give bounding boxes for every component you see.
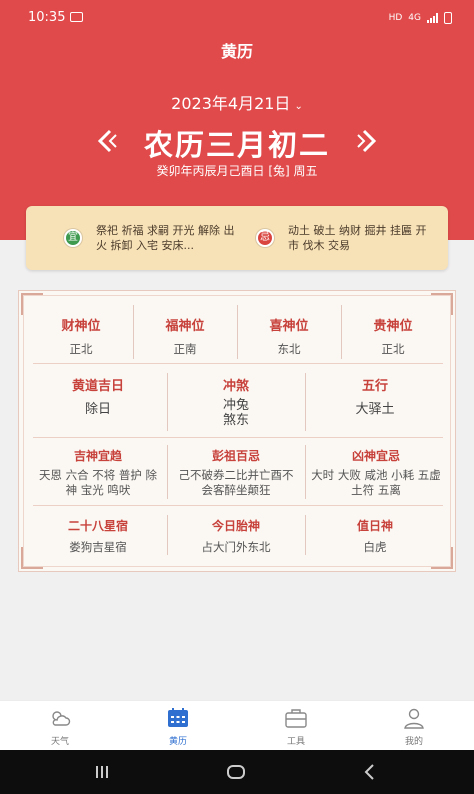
cell-label: 黄道吉日 (71, 379, 124, 394)
lunar-date: 农历三月初二 (143, 128, 330, 162)
network-type: 4G (408, 13, 421, 23)
ji-badge-icon: 忌 (256, 229, 274, 247)
selected-date: 2023年4月21日 (171, 94, 291, 113)
cell-label: 财神位 (61, 319, 101, 334)
pengzu-cell[interactable]: 彭祖百忌 己不破券二比并亡酉不会客醉坐颠狂 (169, 447, 303, 498)
date-selector[interactable]: 2023年4月21日 ⌄ (0, 90, 474, 114)
taishen-cell[interactable]: 今日胎神 占大门外东北 (167, 517, 305, 555)
yi-text: 祭祀 祈福 求嗣 开光 解除 出火 拆卸 入宅 安床... (96, 224, 235, 252)
cell-value: 己不破券二比并亡酉不会客醉坐颠狂 (178, 468, 294, 497)
cell-value: 娄狗吉星宿 (69, 540, 127, 554)
jishen-cell[interactable]: 吉神宜趋 天恩 六合 不将 普护 除神 宝光 鸣吠 (31, 447, 165, 498)
back-icon[interactable] (360, 762, 380, 782)
profile-icon (404, 708, 424, 729)
chevron-down-icon: ⌄ (294, 101, 303, 112)
home-icon[interactable] (226, 762, 246, 782)
xingxiu-cell[interactable]: 二十八星宿 娄狗吉星宿 (29, 517, 167, 555)
cell-value: 东北 (277, 342, 301, 356)
caishen-cell[interactable]: 财神位 正北 (29, 315, 133, 357)
cell-label: 今日胎神 (211, 519, 260, 533)
yi-badge-icon: 宜 (64, 229, 82, 247)
page-title: 黄历 (220, 42, 253, 61)
divider (167, 445, 168, 499)
xishen-cell[interactable]: 喜神位 东北 (237, 315, 341, 357)
cell-label: 二十八星宿 (67, 519, 128, 533)
cell-value: 除日 (84, 402, 111, 417)
divider (305, 445, 306, 499)
cell-value: 正北 (381, 342, 405, 356)
zhirishen-cell[interactable]: 值日神 白虎 (305, 517, 445, 555)
tab-label: 黄历 (168, 737, 187, 747)
signal-icon (427, 13, 438, 23)
cell-label: 喜神位 (269, 319, 309, 334)
cell-label: 吉神宜趋 (73, 449, 122, 463)
calendar-icon (168, 708, 188, 727)
tab-weather[interactable]: 天气 (20, 707, 100, 747)
divider (33, 505, 443, 506)
cell-value: 正南 (173, 342, 197, 356)
cell-value: 大驿土 (355, 402, 395, 417)
weather-icon (52, 711, 71, 726)
system-nav-bar (0, 750, 474, 794)
cell-label: 彭祖百忌 (211, 449, 260, 463)
yi-ji-card[interactable]: 宜 祭祀 祈福 求嗣 开光 解除 出火 拆卸 入宅 安床... 忌 动土 破土 … (26, 206, 448, 270)
cell-value: 占大门外东北 (201, 540, 271, 554)
wuxing-cell[interactable]: 五行 大驿土 (305, 375, 445, 417)
cell-value: 白虎 (363, 540, 387, 554)
almanac-board: 财神位 正北 福神位 正南 喜神位 东北 贵神位 正北 黄道吉日 除日 冲煞 冲… (18, 290, 456, 572)
ji-text: 动土 破土 纳财 掘井 挂匾 开市 伐木 交易 (288, 224, 427, 252)
cell-label: 凶神宜忌 (351, 449, 400, 463)
cell-label: 五行 (361, 379, 388, 394)
bottom-tab-bar: 天气 黄历 工具 我的 (0, 700, 474, 750)
tab-almanac[interactable]: 黄历 (138, 707, 218, 747)
status-time: 10:35 (28, 10, 66, 25)
cell-value: 正北 (69, 342, 93, 356)
hd-indicator: HD (388, 13, 403, 23)
tab-profile[interactable]: 我的 (374, 707, 454, 747)
tab-label: 天气 (50, 737, 69, 747)
guishen-cell[interactable]: 贵神位 正北 (341, 315, 445, 357)
cell-value: 天恩 六合 不将 普护 除神 宝光 鸣吠 (38, 468, 158, 497)
tab-tools[interactable]: 工具 (256, 707, 336, 747)
divider (33, 363, 443, 364)
xiongshen-cell[interactable]: 凶神宜忌 大时 大败 咸池 小耗 五虚 土符 五离 (307, 447, 445, 498)
image-notification-icon (70, 12, 83, 22)
toolbox-icon (285, 709, 307, 728)
cell-label: 冲煞 (222, 379, 249, 394)
cell-label: 值日神 (356, 519, 393, 533)
ganzhi-text: 癸卯年丙辰月己酉日 [兔] 周五 (156, 164, 318, 178)
next-day-arrow-icon[interactable] (354, 128, 380, 154)
divider (33, 437, 443, 438)
corner-ornament (431, 293, 453, 315)
tab-label: 我的 (404, 737, 423, 747)
battery-icon (444, 12, 452, 24)
corner-ornament (21, 293, 43, 315)
status-bar: 10:35 HD 4G (0, 0, 474, 34)
cell-label: 福神位 (165, 319, 205, 334)
chongsha-cell[interactable]: 冲煞 冲兔 煞东 (167, 375, 305, 428)
cell-value: 大时 大败 咸池 小耗 五虚 土符 五离 (311, 468, 441, 497)
recent-apps-icon[interactable] (92, 762, 112, 782)
cell-value: 冲兔 煞东 (222, 398, 249, 428)
huangdao-cell[interactable]: 黄道吉日 除日 (29, 375, 167, 417)
cell-label: 贵神位 (373, 319, 413, 334)
fushen-cell[interactable]: 福神位 正南 (133, 315, 237, 357)
tab-label: 工具 (286, 737, 305, 747)
